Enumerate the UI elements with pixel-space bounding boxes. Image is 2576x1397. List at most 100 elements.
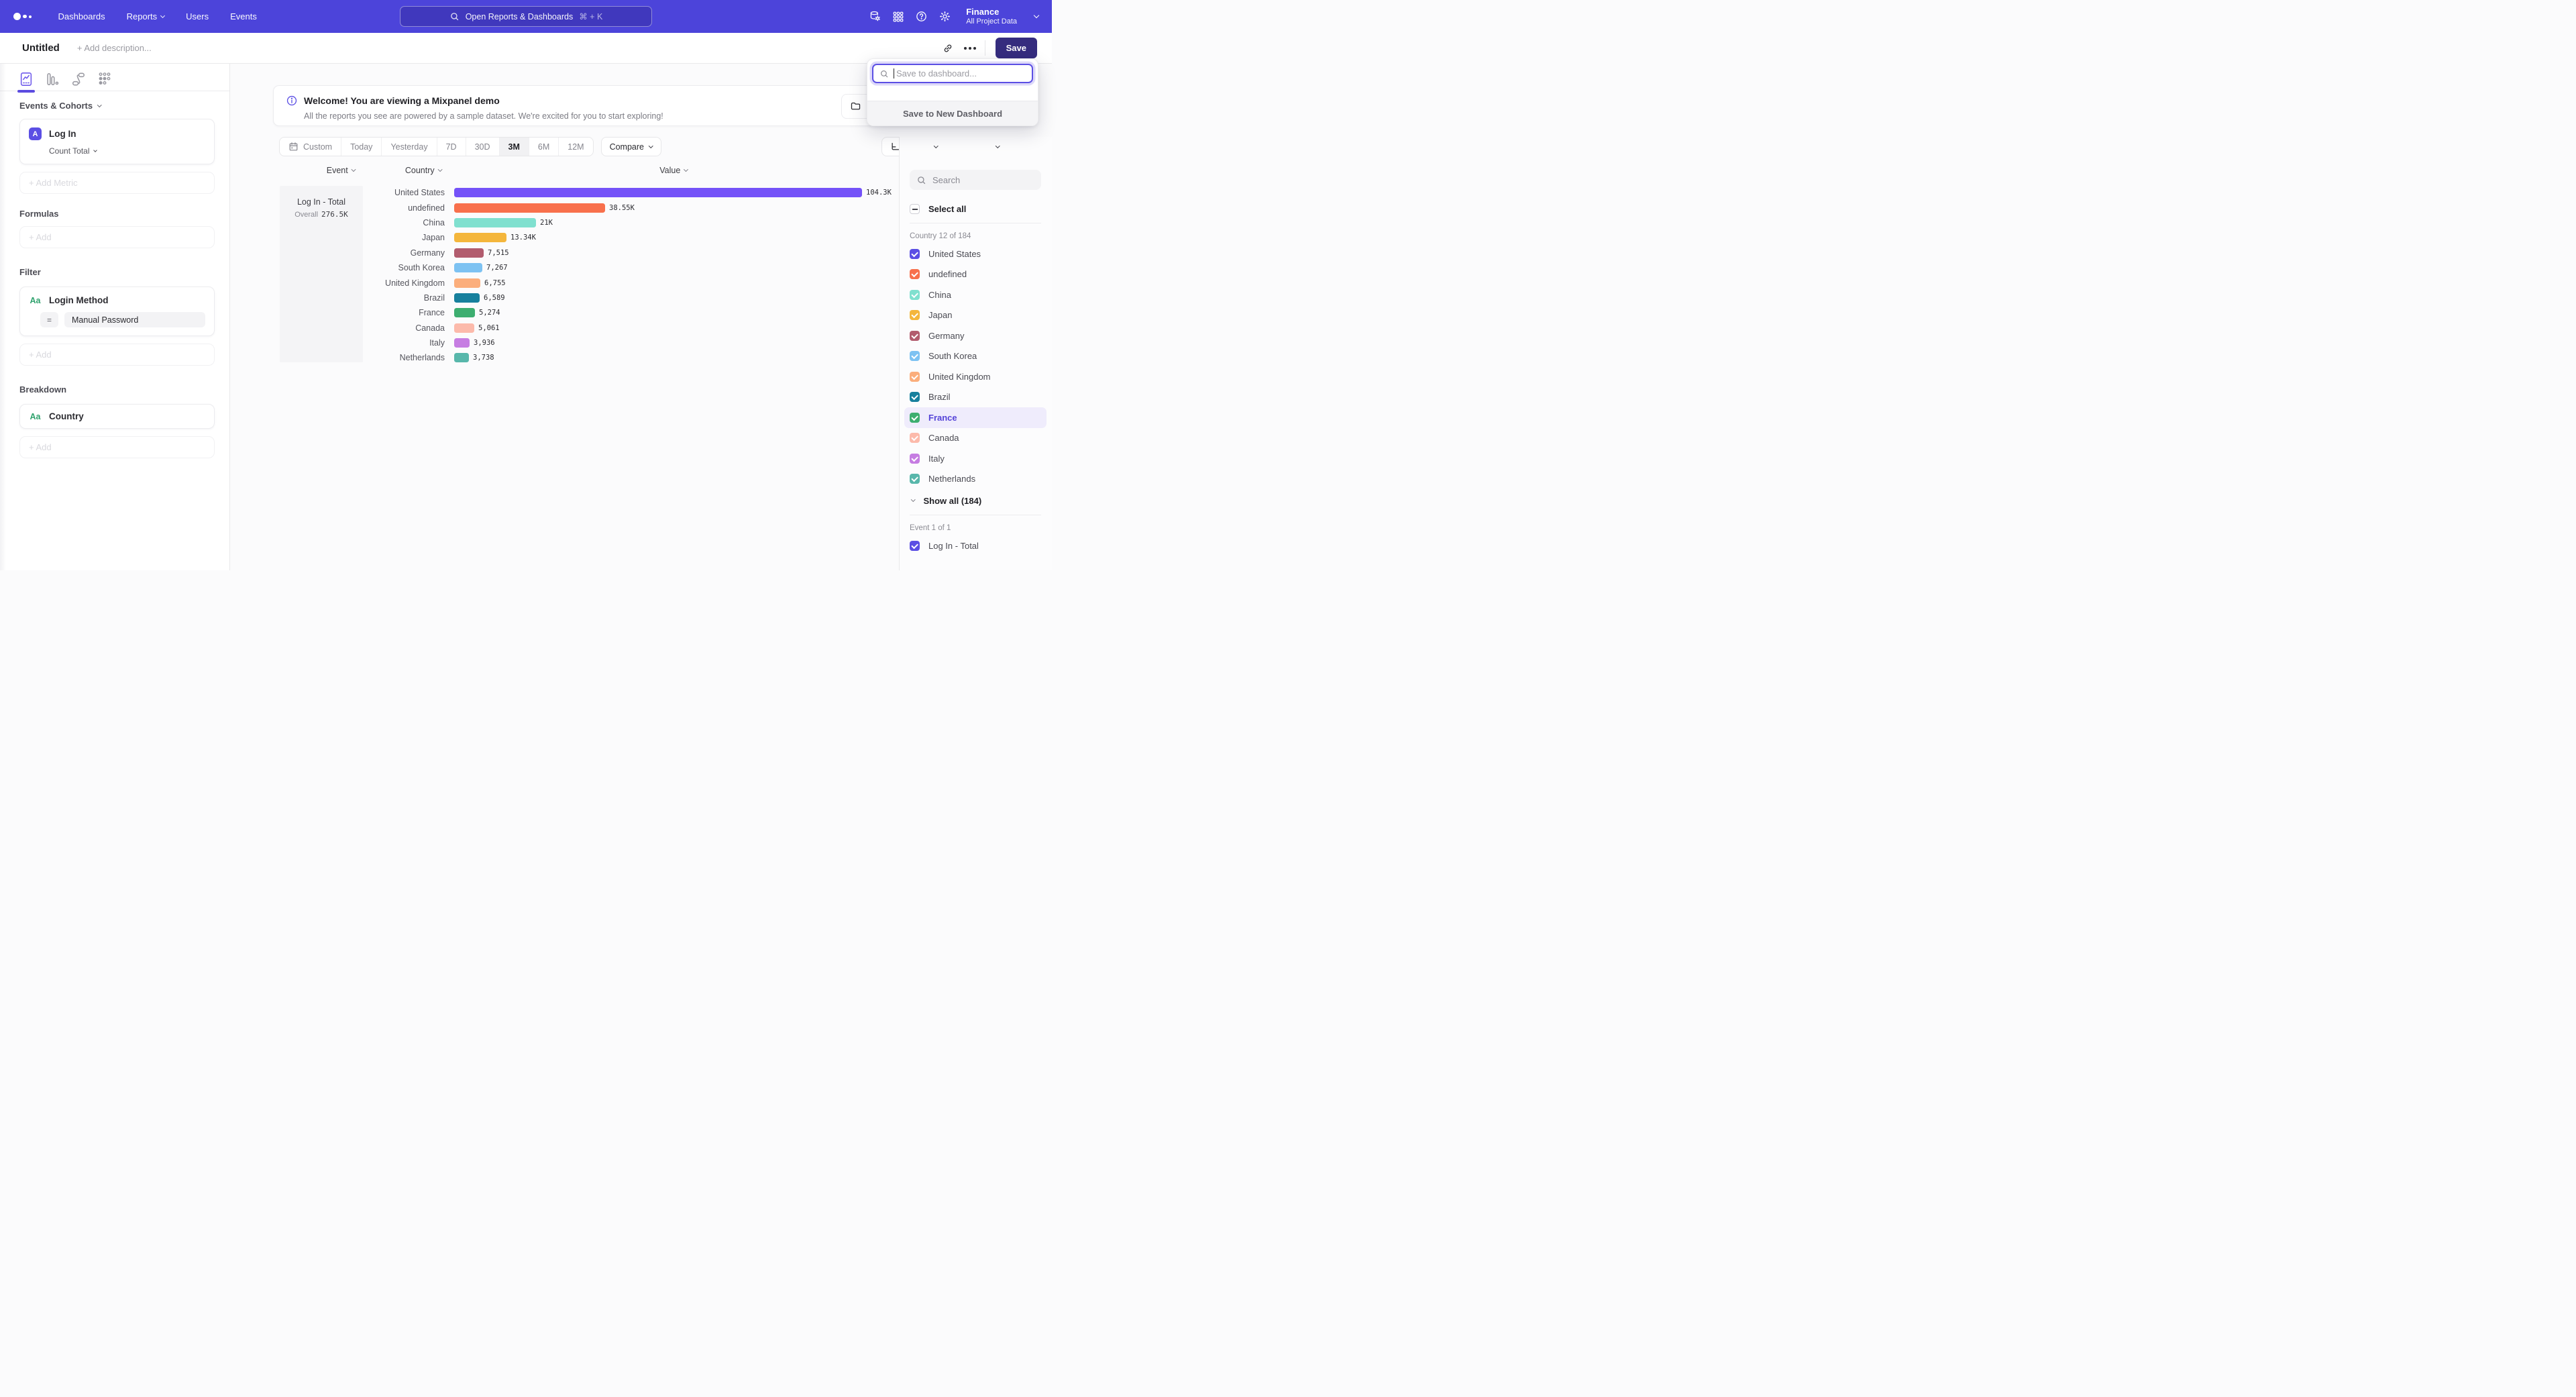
- legend-item-united-states[interactable]: United States: [904, 244, 1046, 264]
- range-30d[interactable]: 30D: [466, 138, 500, 156]
- add-metric-button[interactable]: + Add Metric: [19, 172, 215, 194]
- filter-card[interactable]: Aa Login Method = Manual Password: [19, 287, 215, 336]
- help-icon[interactable]: [915, 10, 928, 23]
- bar-brazil[interactable]: [454, 293, 480, 303]
- bar-france[interactable]: [454, 308, 475, 317]
- tab-funnels[interactable]: [44, 71, 60, 91]
- checkbox-undefined[interactable]: [910, 269, 920, 279]
- range-6m[interactable]: 6M: [529, 138, 559, 156]
- add-breakdown-button[interactable]: + Add: [19, 436, 215, 458]
- select-all-checkbox[interactable]: [910, 204, 920, 214]
- kebab-menu-icon[interactable]: [203, 298, 205, 303]
- legend-item-japan[interactable]: Japan: [904, 305, 1046, 326]
- add-description-field[interactable]: + Add description...: [77, 43, 152, 53]
- bar-canada[interactable]: [454, 323, 474, 333]
- legend-item-united-kingdom[interactable]: United Kingdom: [904, 366, 1046, 387]
- range-yesterday[interactable]: Yesterday: [382, 138, 437, 156]
- kebab-menu-icon[interactable]: [203, 414, 205, 419]
- checkbox-japan[interactable]: [910, 310, 920, 320]
- nav-item-events[interactable]: Events: [230, 11, 257, 21]
- nav-item-reports[interactable]: Reports: [127, 11, 165, 21]
- checkbox-south-korea[interactable]: [910, 351, 920, 361]
- checkbox-brazil[interactable]: [910, 392, 920, 402]
- range-custom[interactable]: Custom: [280, 138, 341, 156]
- nav-item-dashboards[interactable]: Dashboards: [58, 11, 105, 21]
- checkbox-united-kingdom[interactable]: [910, 372, 920, 382]
- legend-item-germany[interactable]: Germany: [904, 325, 1046, 346]
- kebab-menu-icon[interactable]: [203, 132, 205, 137]
- checkbox-canada[interactable]: [910, 433, 920, 443]
- legend-item-brazil[interactable]: Brazil: [904, 387, 1046, 408]
- metric-event-name[interactable]: Log In: [49, 129, 76, 139]
- compare-dropdown[interactable]: Compare: [601, 137, 661, 156]
- checkbox-china[interactable]: [910, 290, 920, 300]
- search-icon: [449, 11, 460, 21]
- bar-south-korea[interactable]: [454, 263, 482, 272]
- save-to-new-dashboard-button[interactable]: Save to New Dashboard: [867, 101, 1038, 125]
- breakdown-property-name[interactable]: Country: [49, 411, 84, 421]
- data-gear-icon[interactable]: [869, 10, 881, 23]
- legend-item-france[interactable]: France: [904, 407, 1046, 428]
- save-button[interactable]: Save: [996, 38, 1037, 58]
- range-3m[interactable]: 3M: [500, 138, 529, 156]
- legend-search-input[interactable]: Search: [910, 170, 1041, 190]
- bar-value-label: 5,061: [478, 324, 500, 332]
- bar-undefined[interactable]: [454, 203, 605, 213]
- filter-property-name[interactable]: Login Method: [49, 295, 108, 305]
- breakdown-card[interactable]: Aa Country: [19, 404, 215, 429]
- column-header-value[interactable]: Value: [659, 166, 688, 175]
- event-checkbox[interactable]: [910, 541, 920, 551]
- legend-item-italy[interactable]: Italy: [904, 448, 1046, 469]
- bar-china[interactable]: [454, 218, 536, 227]
- checkbox-france[interactable]: [910, 413, 920, 423]
- range-7d[interactable]: 7D: [437, 138, 466, 156]
- checkbox-italy[interactable]: [910, 454, 920, 464]
- bar-japan[interactable]: [454, 233, 506, 242]
- bar-zone: 6,589: [454, 293, 505, 303]
- tab-retention[interactable]: [97, 71, 113, 91]
- aggregation-dropdown[interactable]: Count Total: [49, 146, 205, 156]
- legend-item-canada[interactable]: Canada: [904, 428, 1046, 449]
- nav-item-users[interactable]: Users: [186, 11, 209, 21]
- legend-event-row[interactable]: Log In - Total: [910, 541, 1041, 551]
- checkbox-united-states[interactable]: [910, 249, 920, 259]
- bar-germany[interactable]: [454, 248, 484, 258]
- apps-grid-icon[interactable]: [892, 11, 904, 23]
- range-12m[interactable]: 12M: [559, 138, 592, 156]
- range-today[interactable]: Today: [341, 138, 382, 156]
- add-filter-button[interactable]: + Add: [19, 344, 215, 366]
- legend-item-netherlands[interactable]: Netherlands: [904, 469, 1046, 490]
- copy-link-icon[interactable]: [942, 42, 954, 54]
- select-all-row[interactable]: Select all: [910, 204, 1041, 214]
- bar-united-kingdom[interactable]: [454, 278, 480, 288]
- column-header-event[interactable]: Event: [327, 166, 355, 175]
- project-switcher[interactable]: Finance All Project Data: [966, 7, 1017, 26]
- settings-gear-icon[interactable]: [938, 10, 951, 23]
- legend-item-undefined[interactable]: undefined: [904, 264, 1046, 285]
- filter-value[interactable]: Manual Password: [64, 312, 205, 327]
- tab-insights[interactable]: [18, 71, 34, 91]
- add-formula-button[interactable]: + Add: [19, 226, 215, 248]
- bar-united-states[interactable]: [454, 188, 862, 197]
- events-cohorts-header[interactable]: Events & Cohorts: [19, 101, 215, 111]
- mixpanel-logo-icon[interactable]: [13, 13, 32, 20]
- column-header-country[interactable]: Country: [405, 166, 441, 175]
- more-options-icon[interactable]: [964, 47, 975, 50]
- legend-item-south-korea[interactable]: South Korea: [904, 346, 1046, 367]
- save-dashboard-search-input[interactable]: Save to dashboard...: [872, 64, 1033, 83]
- tab-flows[interactable]: [70, 71, 87, 91]
- checkbox-netherlands[interactable]: [910, 474, 920, 484]
- global-search-input[interactable]: Open Reports & Dashboards ⌘ + K: [400, 6, 652, 27]
- show-all-button[interactable]: Show all (184): [910, 496, 1041, 506]
- bar-italy[interactable]: [454, 338, 470, 348]
- project-name: Finance: [966, 7, 1017, 17]
- bar-netherlands[interactable]: [454, 353, 469, 362]
- legend-item-china[interactable]: China: [904, 284, 1046, 305]
- report-title[interactable]: Untitled: [22, 42, 60, 54]
- checkbox-germany[interactable]: [910, 331, 920, 341]
- chevron-down-icon[interactable]: [1034, 13, 1039, 18]
- event-series-cell[interactable]: Log In - Total Overall276.5K: [280, 186, 363, 362]
- filter-operator[interactable]: =: [40, 312, 58, 327]
- range-label: Today: [350, 142, 372, 152]
- metric-card[interactable]: A Log In Count Total: [19, 119, 215, 164]
